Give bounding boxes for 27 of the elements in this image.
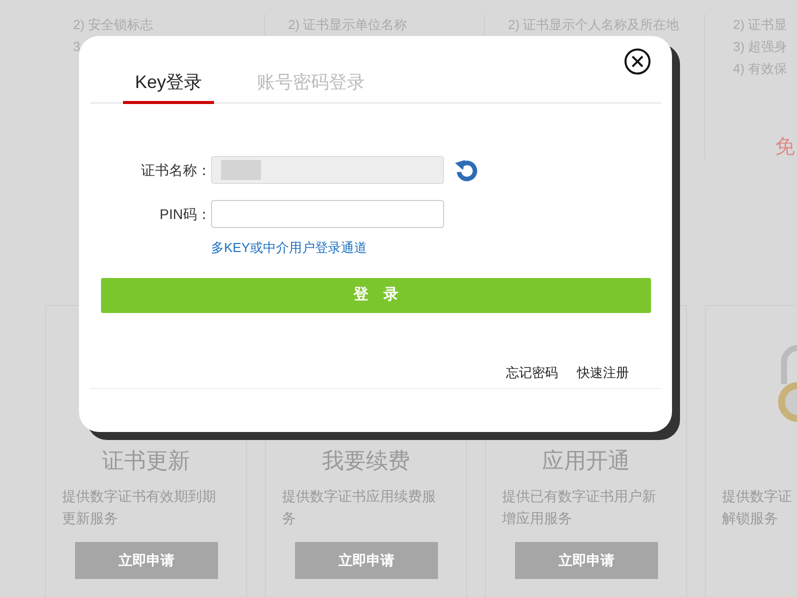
card-description: 提供数字证书应用续费服 [282, 487, 437, 506]
promo-text: 免 [774, 135, 796, 160]
field-label: PIN码： [158, 204, 211, 224]
apply-button[interactable]: 立即申请 [515, 542, 658, 579]
card-title: 我要续费 [322, 447, 410, 475]
card-description: 更新服务 [62, 509, 119, 528]
card-description: 增应用服务 [502, 509, 573, 528]
pin-input-field[interactable] [211, 200, 444, 228]
login-button[interactable]: 登 录 [101, 278, 651, 312]
refresh-icon[interactable] [454, 158, 480, 182]
card-description: 务 [282, 509, 297, 528]
certificate-name-field[interactable] [211, 156, 444, 184]
card-description: 提供已有数字证书用户新 [502, 487, 657, 506]
card-description: 提供数字证书有效期到期 [62, 487, 217, 506]
login-tab[interactable]: Key登录 [123, 64, 214, 104]
footer-link[interactable]: 快速注册 [577, 362, 629, 382]
login-tab[interactable]: 账号密码登录 [245, 64, 378, 104]
alt-login-link[interactable]: 多KEY或中介用户登录通道 [211, 238, 368, 258]
footer-link[interactable]: 忘记密码 [506, 362, 558, 382]
card-description: 提供数字证 [722, 487, 793, 506]
apply-button[interactable]: 立即申请 [75, 542, 218, 579]
card-description: 解锁服务 [722, 509, 779, 528]
apply-button[interactable]: 立即申请 [295, 542, 438, 579]
card-title: 应用开通 [542, 447, 630, 475]
close-icon[interactable] [624, 48, 651, 75]
card-title: 证书更新 [102, 447, 190, 475]
field-label: 证书名称： [140, 160, 211, 180]
